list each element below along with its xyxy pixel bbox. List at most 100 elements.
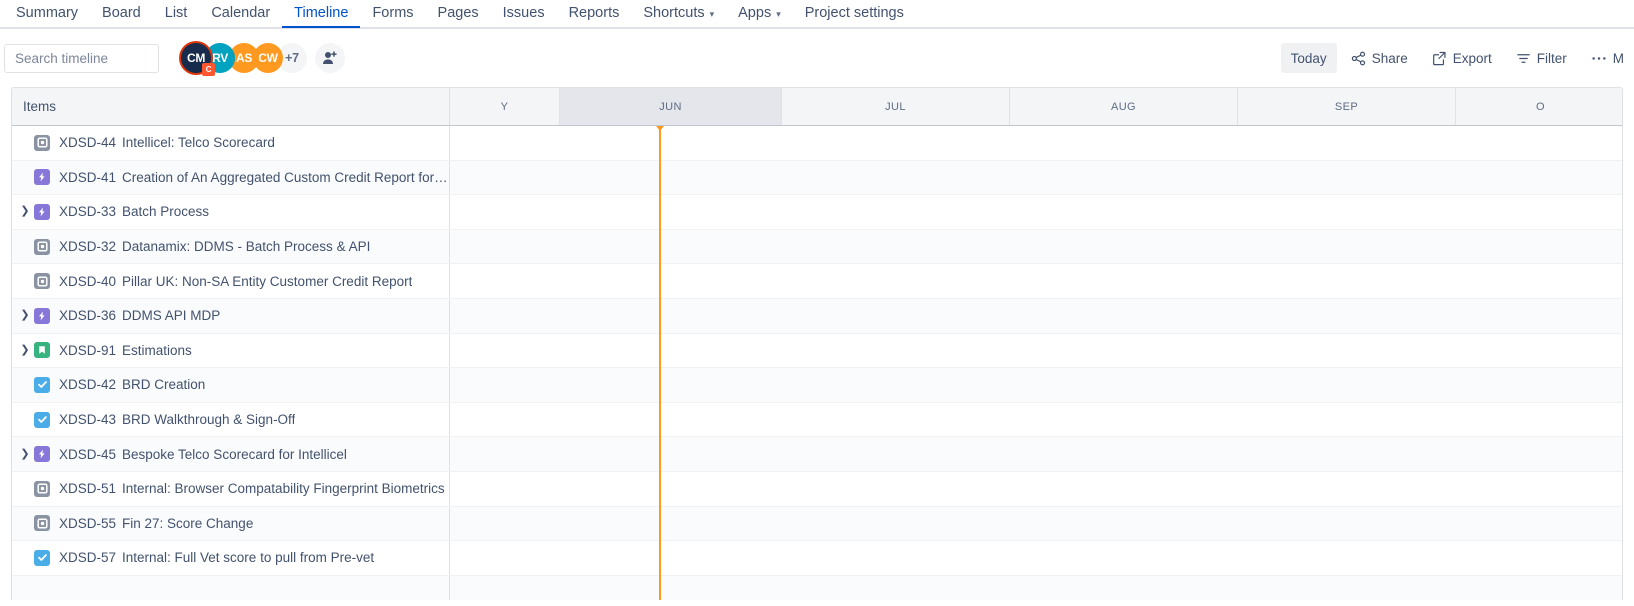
- issue-key[interactable]: XDSD-43: [59, 412, 122, 427]
- nav-tab-label: Shortcuts: [643, 5, 705, 21]
- issue-key[interactable]: XDSD-55: [59, 516, 122, 531]
- timeline-row[interactable]: ❯XDSD-57Internal: Full Vet score to pull…: [12, 541, 1622, 576]
- issue-key[interactable]: XDSD-57: [59, 550, 122, 565]
- avatar-status-badge: C: [202, 63, 215, 76]
- nav-tab-apps[interactable]: Apps ▾: [726, 0, 793, 28]
- chevron-down-icon: ▾: [709, 9, 715, 19]
- issue-summary[interactable]: Batch Process: [122, 204, 209, 219]
- issue-key[interactable]: XDSD-91: [59, 343, 122, 358]
- add-people-button[interactable]: [315, 43, 345, 73]
- generic-issue-icon: [34, 238, 50, 255]
- issue-cell[interactable]: ❯ XDSD-45 Bespoke Telco Scorecard for Inte…: [12, 437, 450, 471]
- toolbar-button-label: Export: [1452, 50, 1492, 66]
- timeline-row[interactable]: ❯XDSD-43BRD Walkthrough & Sign-Off: [12, 402, 1622, 438]
- search-timeline-box[interactable]: [4, 43, 205, 73]
- timeline-row[interactable]: ❯XDSD-42BRD Creation: [12, 368, 1622, 403]
- task-icon: [34, 549, 50, 566]
- timeline-row[interactable]: ❯XDSD-44Intellicel: Telco Scorecard: [12, 126, 1622, 161]
- expand-chevron-icon[interactable]: ❯: [16, 448, 34, 460]
- search-input[interactable]: [15, 50, 192, 66]
- issue-summary[interactable]: BRD Walkthrough & Sign-Off: [122, 412, 295, 427]
- timeline-row[interactable]: ❯XDSD-40Pillar UK: Non-SA Entity Custome…: [12, 264, 1622, 299]
- month-header-jun: JUN: [560, 88, 782, 125]
- issue-summary[interactable]: Creation of An Aggregated Custom Credit …: [122, 170, 449, 185]
- generic-issue-icon: [34, 515, 50, 532]
- timeline-row[interactable]: ❯XDSD-51Internal: Browser Compatability …: [12, 471, 1622, 507]
- nav-tab-calendar[interactable]: Calendar: [199, 0, 282, 28]
- issue-summary[interactable]: Internal: Full Vet score to pull from Pr…: [122, 550, 374, 565]
- issue-key[interactable]: XDSD-33: [59, 204, 122, 219]
- issue-cell[interactable]: ❯XDSD-32Datanamix: DDMS - Batch Process …: [12, 229, 450, 264]
- timeline-row[interactable]: ❯XDSD-55Fin 27: Score Change: [12, 506, 1622, 542]
- issue-key[interactable]: XDSD-41: [59, 170, 122, 185]
- month-header-aug: AUG: [1010, 88, 1238, 125]
- issue-cell[interactable]: ❯XDSD-42BRD Creation: [12, 368, 450, 402]
- issue-cell[interactable]: ❯XDSD-43BRD Walkthrough & Sign-Off: [12, 402, 450, 437]
- timeline-row[interactable]: ❯ XDSD-91 Estimations: [12, 333, 1622, 369]
- issue-summary[interactable]: Internal: Browser Compatability Fingerpr…: [122, 481, 445, 496]
- timeline-toolbar: CMCRVASCW+7 TodayShare Export Filter M: [0, 29, 1634, 87]
- issue-key[interactable]: XDSD-36: [59, 308, 122, 323]
- nav-tab-shortcuts[interactable]: Shortcuts ▾: [631, 0, 726, 28]
- today-marker-line: [656, 126, 664, 600]
- issue-cell[interactable]: ❯XDSD-41Creation of An Aggregated Custom…: [12, 160, 450, 195]
- toolbar-filter-button[interactable]: Filter: [1506, 43, 1577, 73]
- nav-tab-timeline[interactable]: Timeline: [282, 0, 360, 28]
- task-icon: [34, 376, 50, 393]
- issue-key[interactable]: XDSD-44: [59, 135, 122, 150]
- issue-summary[interactable]: Estimations: [122, 343, 192, 358]
- timeline-row[interactable]: ❯ XDSD-33 Batch Process: [12, 195, 1622, 230]
- nav-tab-forms[interactable]: Forms: [360, 0, 425, 28]
- avatar-group[interactable]: CM C RV AS CW +7: [181, 43, 307, 76]
- expand-chevron-icon[interactable]: ❯: [16, 206, 34, 217]
- toolbar-actions: Today Share Export Filter M: [1280, 29, 1634, 87]
- nav-tab-project-settings[interactable]: Project settings: [793, 0, 916, 28]
- issue-summary[interactable]: Intellicel: Telco Scorecard: [122, 135, 275, 150]
- issue-cell[interactable]: ❯XDSD-51Internal: Browser Compatability …: [12, 471, 450, 506]
- toolbar-m-button[interactable]: M: [1581, 43, 1634, 73]
- nav-tab-label: Board: [102, 5, 141, 21]
- toolbar-button-label: Filter: [1536, 50, 1567, 66]
- issue-key[interactable]: XDSD-51: [59, 481, 122, 496]
- issue-cell[interactable]: ❯ XDSD-91 Estimations: [12, 333, 450, 368]
- nav-tab-reports[interactable]: Reports: [557, 0, 632, 28]
- nav-tab-label: Apps: [738, 5, 772, 21]
- timeline-row[interactable]: ❯ XDSD-45 Bespoke Telco Scorecard for Inte…: [12, 437, 1622, 472]
- issue-cell[interactable]: ❯XDSD-40Pillar UK: Non-SA Entity Custome…: [12, 264, 450, 298]
- issue-cell[interactable]: ❯XDSD-57Internal: Full Vet score to pull…: [12, 541, 450, 575]
- issue-cell[interactable]: ❯ XDSD-33 Batch Process: [12, 195, 450, 229]
- issue-key[interactable]: XDSD-45: [59, 447, 122, 462]
- issue-summary[interactable]: Pillar UK: Non-SA Entity Customer Credit…: [122, 274, 412, 289]
- today-marker-cap: [656, 126, 664, 131]
- issue-summary[interactable]: BRD Creation: [122, 377, 205, 392]
- nav-tab-issues[interactable]: Issues: [491, 0, 557, 28]
- issue-summary[interactable]: Bespoke Telco Scorecard for Intellicel: [122, 447, 347, 462]
- timeline-row[interactable]: ❯XDSD-32Datanamix: DDMS - Batch Process …: [12, 229, 1622, 265]
- expand-chevron-icon[interactable]: ❯: [16, 344, 34, 356]
- issue-key[interactable]: XDSD-32: [59, 239, 122, 254]
- issue-key[interactable]: XDSD-40: [59, 274, 122, 289]
- timeline-row[interactable]: ❯ XDSD-36 DDMS API MDP: [12, 298, 1622, 334]
- avatar[interactable]: CM C: [181, 43, 215, 76]
- issue-cell[interactable]: ❯ XDSD-36 DDMS API MDP: [12, 298, 450, 333]
- issue-cell[interactable]: ❯XDSD-55Fin 27: Score Change: [12, 506, 450, 541]
- issue-cell[interactable]: ❯: [12, 575, 450, 600]
- toolbar-export-button[interactable]: Export: [1422, 43, 1502, 73]
- nav-tab-board[interactable]: Board: [90, 0, 153, 28]
- more-icon: [1591, 51, 1607, 66]
- toolbar-today-button[interactable]: Today: [1280, 43, 1337, 73]
- nav-tab-list[interactable]: List: [153, 0, 200, 28]
- issue-summary[interactable]: Fin 27: Score Change: [122, 516, 253, 531]
- issue-summary[interactable]: Datanamix: DDMS - Batch Process & API: [122, 239, 370, 254]
- timeline-row[interactable]: ❯XDSD-41Creation of An Aggregated Custom…: [12, 160, 1622, 196]
- month-header-jul: JUL: [782, 88, 1010, 125]
- issue-key[interactable]: XDSD-42: [59, 377, 122, 392]
- toolbar-share-button[interactable]: Share: [1341, 43, 1418, 73]
- issue-cell[interactable]: ❯XDSD-44Intellicel: Telco Scorecard: [12, 126, 450, 160]
- nav-tab-pages[interactable]: Pages: [426, 0, 491, 28]
- avatar-initials: CW: [258, 51, 278, 65]
- timeline-row[interactable]: ❯: [12, 575, 1622, 600]
- nav-tab-summary[interactable]: Summary: [4, 0, 90, 28]
- issue-summary[interactable]: DDMS API MDP: [122, 308, 220, 323]
- expand-chevron-icon[interactable]: ❯: [16, 310, 34, 321]
